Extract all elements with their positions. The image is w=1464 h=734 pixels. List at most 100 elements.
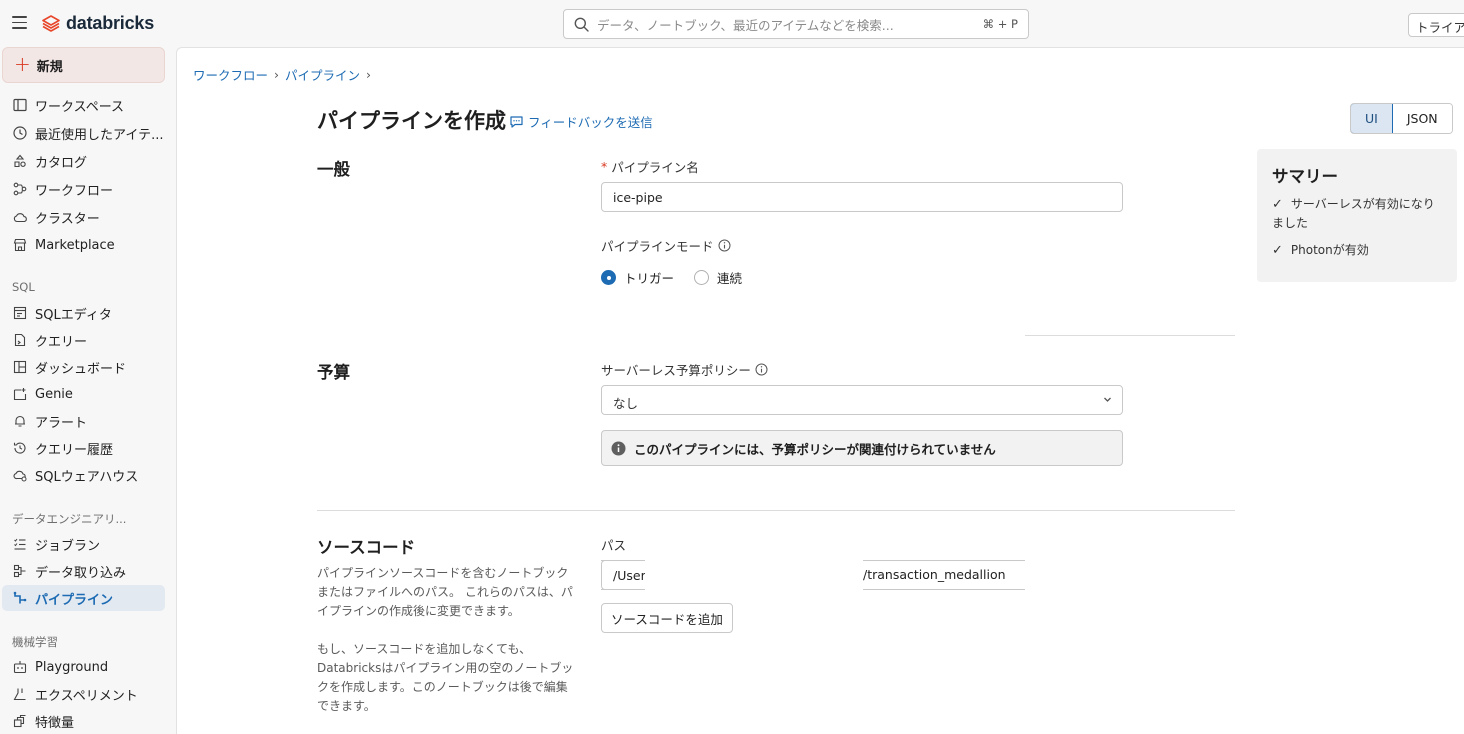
summary-item-photon: ✓ Photonが有効 — [1272, 241, 1442, 260]
sidebar-item-clusters[interactable]: クラスター — [2, 204, 165, 230]
budget-policy-label-text: サーバーレス予算ポリシー — [601, 363, 751, 378]
ui-mode-button[interactable]: UI — [1350, 104, 1393, 133]
info-icon[interactable] — [718, 239, 731, 252]
sidebar-item-recents[interactable]: 最近使用したアイテ... — [2, 120, 165, 146]
budget-policy-alert: このパイプラインには、予算ポリシーが関連付けられていません — [601, 430, 1123, 466]
sidebar-item-genie[interactable]: Genie — [2, 381, 165, 407]
sidebar-item-data-ingestion[interactable]: データ取り込み — [2, 558, 165, 584]
breadcrumb-separator: › — [274, 67, 280, 82]
info-icon[interactable] — [755, 363, 768, 376]
sidebar-section-sql: SQL — [12, 280, 35, 294]
catalog-icon — [12, 153, 28, 169]
sidebar-item-workflows[interactable]: ワークフロー — [2, 176, 165, 202]
pipeline-mode-radio-group: トリガー 連続 — [601, 268, 742, 287]
dashboard-icon — [12, 359, 28, 375]
pipeline-mode-label-text: パイプラインモード — [601, 239, 714, 254]
search-icon — [574, 17, 589, 32]
logo-text: databricks — [66, 13, 155, 33]
check-icon: ✓ — [1272, 243, 1283, 258]
pipeline-name-label: * パイプライン名 — [601, 157, 699, 176]
sidebar-item-sql-editor[interactable]: SQLエディタ — [2, 300, 165, 326]
sidebar-item-label: カタログ — [35, 155, 88, 171]
sidebar-item-label: ワークスペース — [35, 99, 125, 115]
cloud-icon — [12, 209, 28, 225]
pipeline-name-input[interactable]: ice-pipe — [601, 182, 1123, 212]
add-source-code-button[interactable]: ソースコードを追加 — [601, 603, 733, 633]
ingest-icon — [12, 563, 28, 579]
budget-policy-label: サーバーレス予算ポリシー — [601, 360, 768, 379]
chat-bubble-icon — [510, 115, 523, 128]
breadcrumb-workflows[interactable]: ワークフロー — [193, 65, 268, 84]
path-value-start: /Users — [601, 560, 645, 590]
breadcrumb-separator: › — [366, 67, 372, 82]
trial-button[interactable]: トライアル — [1408, 13, 1464, 37]
sidebar-item-experiments[interactable]: エクスペリメント — [2, 681, 165, 707]
sidebar-item-label: Playground — [35, 659, 109, 675]
warehouse-icon — [12, 467, 28, 483]
sidebar-item-label: SQLエディタ — [35, 307, 112, 323]
sidebar-section-data-engineering: データエンジニアリ... — [12, 512, 127, 526]
sidebar-item-label: エクスペリメント — [35, 688, 138, 704]
chevron-down-icon — [1104, 397, 1111, 402]
sidebar-item-label: 最近使用したアイテ... — [35, 127, 164, 143]
path-value-end: /transaction_medallion — [863, 567, 1006, 582]
sidebar-item-label: 特徴量 — [35, 715, 75, 731]
top-bar: databricks データ、ノートブック、最近のアイテムなどを検索... ⌘ … — [0, 0, 1464, 47]
sidebar-item-dashboards[interactable]: ダッシュボード — [2, 354, 165, 380]
source-code-section-title: ソースコード — [317, 538, 416, 557]
sidebar-item-catalog[interactable]: カタログ — [2, 148, 165, 174]
menu-icon[interactable] — [12, 16, 27, 29]
radio-continuous-label[interactable]: 連続 — [717, 268, 742, 287]
sidebar-section-ml: 機械学習 — [12, 635, 58, 649]
sidebar-item-job-runs[interactable]: ジョブラン — [2, 531, 165, 557]
databricks-logo[interactable]: databricks — [42, 13, 154, 34]
sidebar-item-label: アラート — [35, 415, 88, 431]
sidebar-item-queries[interactable]: クエリー — [2, 327, 165, 353]
budget-policy-alert-text: このパイプラインには、予算ポリシーが関連付けられていません — [634, 441, 996, 457]
sidebar-item-label: クエリー履歴 — [35, 442, 114, 458]
sidebar-item-marketplace[interactable]: Marketplace — [2, 232, 165, 258]
path-redacted-area — [645, 560, 863, 590]
radio-triggered[interactable] — [601, 270, 616, 285]
sidebar-item-workspace[interactable]: ワークスペース — [2, 92, 165, 118]
feedback-link-label: フィードバックを送信 — [528, 115, 653, 130]
summary-title: サマリー — [1272, 167, 1338, 186]
breadcrumb: ワークフロー › パイプライン › — [193, 65, 371, 84]
sidebar-item-label: Genie — [35, 386, 73, 402]
new-button-label: 新規 — [36, 59, 63, 75]
workspace-icon — [12, 97, 28, 113]
page-title: パイプラインを作成 — [317, 109, 506, 133]
section-divider — [317, 510, 1235, 511]
section-divider — [1025, 335, 1235, 336]
sidebar-item-features[interactable]: 特徴量 — [2, 708, 165, 734]
summary-item-text: Photonが有効 — [1290, 243, 1369, 257]
sidebar-item-label: パイプライン — [35, 592, 114, 608]
bell-icon — [12, 413, 28, 429]
budget-policy-select[interactable]: なし — [601, 385, 1123, 415]
sidebar-item-playground[interactable]: Playground — [2, 654, 165, 680]
feedback-link[interactable]: フィードバックを送信 — [509, 112, 653, 131]
new-button[interactable]: + 新規 — [2, 47, 165, 83]
sidebar: + 新規 ワークスペース 最近使用したアイテ... カタログ ワークフロー クラ… — [0, 47, 176, 734]
summary-panel: サマリー ✓ サーバーレスが有効になりました ✓ Photonが有効 — [1257, 149, 1457, 282]
sidebar-item-label: データ取り込み — [35, 565, 127, 581]
radio-continuous[interactable] — [694, 270, 710, 285]
json-mode-button[interactable]: JSON — [1392, 104, 1452, 133]
source-code-description: パイプラインソースコードを含むノートブックまたはファイルへのパス。 これらのパス… — [317, 566, 573, 618]
sidebar-item-query-history[interactable]: クエリー履歴 — [2, 435, 165, 461]
check-icon: ✓ — [1272, 197, 1283, 212]
budget-section-title: 予算 — [317, 363, 350, 382]
sql-editor-icon — [12, 305, 28, 321]
view-mode-toggle: UI JSON — [1350, 103, 1453, 134]
info-filled-icon — [611, 441, 626, 455]
path-input[interactable]: /Users /transaction_medallion — [601, 560, 1025, 590]
flask-icon — [12, 686, 28, 702]
sidebar-item-sql-warehouses[interactable]: SQLウェアハウス — [2, 462, 165, 488]
sidebar-item-pipelines[interactable]: パイプライン — [2, 585, 165, 611]
breadcrumb-pipelines[interactable]: パイプライン — [285, 65, 360, 84]
search-input[interactable]: データ、ノートブック、最近のアイテムなどを検索... ⌘ + P — [563, 9, 1029, 39]
sidebar-item-label: Marketplace — [35, 237, 115, 253]
radio-triggered-label[interactable]: トリガー — [624, 268, 674, 287]
workflow-icon — [12, 181, 28, 197]
sidebar-item-alerts[interactable]: アラート — [2, 408, 165, 434]
